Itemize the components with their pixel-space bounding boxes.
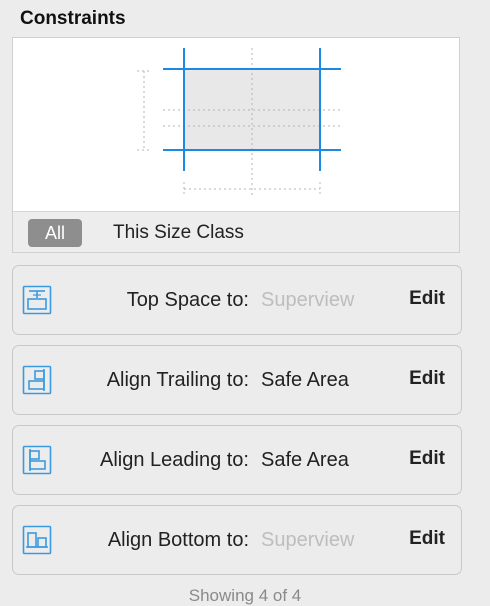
edit-constraint-button[interactable]: Edit <box>409 506 445 572</box>
constraint-label: Align Bottom to: <box>107 529 249 551</box>
constraint-target-button[interactable]: Safe Area <box>261 346 349 414</box>
section-title: Constraints <box>20 8 126 29</box>
constraints-count-footer: Showing 4 of 4 <box>188 586 302 605</box>
constraint-label: Align Trailing to: <box>106 369 249 391</box>
constraint-row-top-space[interactable]: Top Space to: Superview Edit <box>12 265 462 335</box>
constraint-target-button[interactable]: Safe Area <box>261 426 349 494</box>
this-size-class-filter-button[interactable]: This Size Class <box>113 219 244 247</box>
constraints-preview-panel: All This Size Class <box>12 37 460 253</box>
edit-constraint-button[interactable]: Edit <box>409 346 445 412</box>
constraint-target-button[interactable]: Superview <box>261 266 354 334</box>
constraint-label: Align Leading to: <box>99 449 249 471</box>
constraints-diagram <box>137 48 343 198</box>
constraint-label: Top Space to: <box>126 289 249 311</box>
all-filter-button[interactable]: All <box>28 219 82 247</box>
constraint-target-button[interactable]: Superview <box>261 506 354 574</box>
constraint-row-align-leading[interactable]: Align Leading to: Safe Area Edit <box>12 425 462 495</box>
edit-constraint-button[interactable]: Edit <box>409 426 445 492</box>
align-trailing-icon <box>22 365 52 395</box>
constraint-row-align-trailing[interactable]: Align Trailing to: Safe Area Edit <box>12 345 462 415</box>
align-bottom-icon <box>22 525 52 555</box>
size-class-filter: All This Size Class <box>13 211 459 252</box>
top-space-icon <box>22 285 52 315</box>
align-leading-icon <box>22 445 52 475</box>
edit-constraint-button[interactable]: Edit <box>409 266 445 332</box>
constraint-row-align-bottom[interactable]: Align Bottom to: Superview Edit <box>12 505 462 575</box>
